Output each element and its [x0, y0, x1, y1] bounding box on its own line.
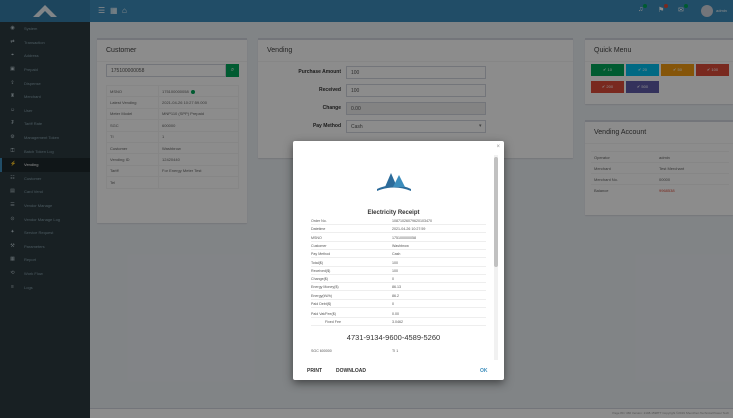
receipt-row: Pay Method Cash — [311, 251, 486, 259]
receipt-key: Paid Debt($) — [311, 302, 332, 306]
receipt-row: Total($) 100 — [311, 260, 486, 267]
receipt-value: 86.13 — [392, 285, 401, 290]
receipt-title: Electricity Receipt — [367, 210, 420, 216]
receipt-key: Energy Money($) — [311, 285, 339, 290]
receipt-row: Datetime 2021-04-26 10:27:59 — [311, 226, 486, 234]
receipt-key: Received($) — [311, 268, 331, 273]
receipt-key: SGC 600000 — [311, 349, 332, 353]
receipt-row: Energy(kWh) 86.2 — [311, 293, 486, 300]
receipt-value: 175100000058 — [392, 235, 416, 240]
receipt-key: Change($) — [311, 277, 328, 282]
receipt-key: Paid Vat/Fee($) — [311, 312, 336, 316]
receipt-key: Total($) — [311, 260, 323, 265]
receipt-value: Washbrow — [392, 243, 409, 248]
receipt-key: Energy(kWh) — [311, 293, 332, 298]
download-button[interactable]: DOWNLOAD — [336, 368, 366, 374]
receipt-value: 100 — [392, 268, 398, 273]
receipt-row: Change($) 0 — [311, 276, 486, 284]
receipt-value: 0 — [392, 277, 394, 282]
print-button[interactable]: PRINT — [307, 368, 322, 374]
receipt-value: Cash — [392, 252, 401, 257]
receipt-value: 0.00 — [392, 312, 399, 316]
receipt-row: Received($) 100 — [311, 268, 486, 275]
receipt-key: MSNO — [311, 235, 322, 240]
receipt-value: 2021-04-26 10:27:59 — [392, 227, 426, 232]
receipt-row: Fixed Fee 3.0462 — [311, 319, 486, 326]
receipt-row: Paid Vat/Fee($) 0.00 — [311, 311, 486, 318]
token-number: 4731-9134-9600-4589-5260 — [346, 333, 441, 342]
receipt-key: Datetime — [311, 227, 326, 232]
receipt-key: Fixed Fee — [325, 320, 341, 324]
receipt-row: SGC 600000 TI 1 — [311, 348, 486, 355]
receipt-value: 0 — [392, 302, 394, 306]
receipt-value: 100 — [392, 260, 398, 265]
receipt-key: Order No. — [311, 219, 327, 223]
receipt-key: Pay Method — [311, 252, 331, 257]
receipt-row: MSNO 175100000058 — [311, 235, 486, 242]
receipt-value: 86.2 — [392, 293, 399, 298]
receipt-key: Customer — [311, 243, 327, 248]
receipt-row: Paid Debt($) 0 — [311, 301, 486, 308]
receipt-modal: × Electricity Receipt Order No. 108710260… — [293, 141, 504, 380]
receipt-row: Energy Money($) 86.13 — [311, 284, 486, 292]
receipt-row: Order No. 10871026079620103470 — [311, 218, 486, 225]
close-icon[interactable]: × — [496, 144, 500, 150]
ok-button[interactable]: OK — [480, 368, 488, 374]
scrollbar-thumb[interactable] — [494, 157, 498, 267]
receipt-value: 10871026079620103470 — [392, 219, 432, 223]
receipt-value: TI 1 — [392, 349, 399, 353]
modal-footer: PRINT DOWNLOAD OK — [293, 363, 504, 380]
receipt-row: Customer Washbrow — [311, 243, 486, 250]
receipt-value: 3.0462 — [392, 320, 403, 324]
modal-scrollbar[interactable] — [494, 155, 498, 360]
receipt-logo-icon — [377, 173, 411, 191]
